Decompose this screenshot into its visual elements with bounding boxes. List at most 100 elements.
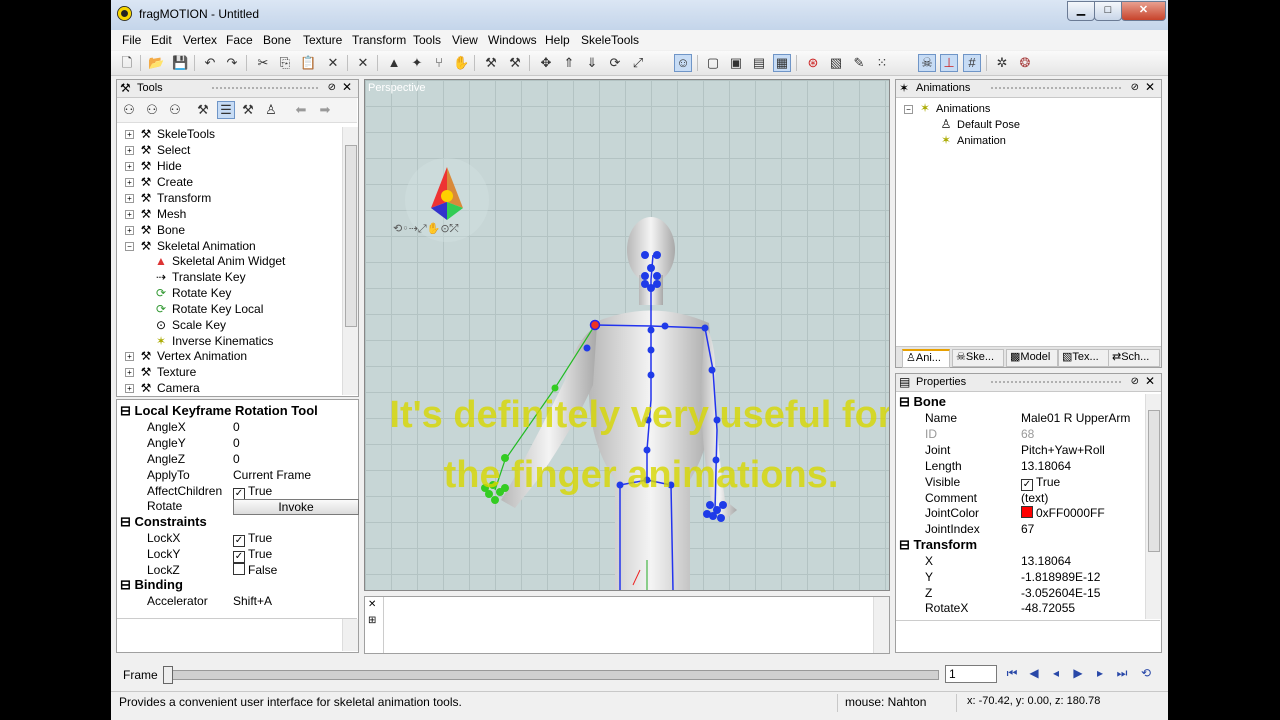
loop-icon[interactable]: ⟲: [1139, 666, 1153, 682]
prop-applyto-value[interactable]: Current Frame: [233, 468, 311, 482]
tree-animations-root[interactable]: − ✶ Animations: [904, 101, 990, 117]
tools-tree-scrollbar[interactable]: [342, 127, 358, 395]
physics-icon[interactable]: ✲: [994, 55, 1010, 71]
prop-affectchildren-value[interactable]: ✓ True: [233, 484, 272, 500]
menu-view[interactable]: View: [452, 33, 478, 47]
section-binding[interactable]: ⊟ Binding: [120, 577, 183, 593]
tree-item-translate-key[interactable]: ⇢ Translate Key: [153, 270, 246, 286]
tab-textures[interactable]: ▧Tex...: [1058, 349, 1110, 367]
pin-icon[interactable]: ⊘: [328, 82, 336, 93]
prop-locky-value[interactable]: ✓ True: [233, 547, 272, 563]
pin-icon[interactable]: ⊘: [1131, 376, 1139, 387]
tree-item-skeletal-animation[interactable]: − ⚒ Skeletal Animation: [125, 239, 256, 255]
view-side-icon[interactable]: ▣: [728, 55, 744, 71]
menu-texture[interactable]: Texture: [303, 33, 342, 47]
save-icon[interactable]: 💾: [172, 55, 188, 71]
transform-y-value[interactable]: -1.818989E-12: [1021, 570, 1100, 584]
invoke-button[interactable]: Invoke: [233, 499, 359, 515]
paste-icon[interactable]: 📋: [300, 55, 316, 71]
close-panel-icon[interactable]: ✕: [1145, 374, 1155, 388]
bone-jointindex-value[interactable]: 67: [1021, 522, 1034, 536]
tool-person-1-icon[interactable]: ⚇: [121, 102, 137, 118]
prop-accelerator-value[interactable]: Shift+A: [233, 594, 272, 608]
open-folder-icon[interactable]: 📂: [148, 55, 164, 71]
figure-down-icon[interactable]: ⇓: [584, 55, 600, 71]
tree-item-inverse-kinematics[interactable]: ✶ Inverse Kinematics: [153, 334, 273, 350]
menu-face[interactable]: Face: [226, 33, 253, 47]
figure-up-icon[interactable]: ⇑: [561, 55, 577, 71]
maximize-button[interactable]: □: [1094, 1, 1122, 21]
prev-key-icon[interactable]: ◀: [1027, 666, 1041, 682]
joint-icon[interactable]: ⊛: [805, 55, 821, 71]
sphere-icon[interactable]: ❂: [1017, 55, 1033, 71]
transform-z-value[interactable]: -3.052604E-15: [1021, 586, 1100, 600]
tree-item-hide[interactable]: + ⚒ Hide: [125, 159, 182, 175]
close-panel-icon[interactable]: ✕: [342, 80, 352, 94]
bone-visible-value[interactable]: ✓ True: [1021, 475, 1060, 491]
scrollbar-thumb[interactable]: [345, 145, 357, 327]
pin-icon[interactable]: ⊘: [1131, 82, 1139, 93]
tool-rig-icon[interactable]: ♙: [263, 102, 279, 118]
menu-bone[interactable]: Bone: [263, 33, 291, 47]
tool-wrench-icon[interactable]: ⚒: [240, 102, 256, 118]
minimize-button[interactable]: ▁: [1067, 1, 1095, 21]
prop-anglez-value[interactable]: 0: [233, 452, 240, 466]
tree-item-transform[interactable]: + ⚒ Transform: [125, 191, 211, 207]
next-frame-icon[interactable]: ▸: [1093, 666, 1107, 682]
properties-scrollbar[interactable]: [1145, 394, 1161, 619]
panel-grip[interactable]: [991, 87, 1121, 91]
view-front-icon[interactable]: ▢: [705, 55, 721, 71]
bone-length-value[interactable]: 13.18064: [1021, 459, 1071, 473]
tab-schematic[interactable]: ⇄Sch...: [1108, 349, 1160, 367]
last-frame-icon[interactable]: ⏭: [1115, 666, 1129, 682]
tab-model[interactable]: ▩Model: [1006, 349, 1058, 367]
redo-icon[interactable]: ↷: [224, 55, 240, 71]
panel-grip[interactable]: [212, 87, 318, 91]
figure-move-icon[interactable]: ✥: [538, 55, 554, 71]
prop-lockx-value[interactable]: ✓ True: [233, 531, 272, 547]
new-file-icon[interactable]: 🗋: [119, 55, 135, 71]
transform-x-value[interactable]: 13.18064: [1021, 554, 1071, 568]
menu-edit[interactable]: Edit: [151, 33, 172, 47]
figure-select-icon[interactable]: ☺: [674, 54, 692, 72]
undo-icon[interactable]: ↶: [202, 55, 218, 71]
triangle-tool-icon[interactable]: ▲: [386, 55, 402, 71]
transform-rotatex-value[interactable]: -48.72055: [1021, 601, 1075, 615]
bone-jointcolor-value[interactable]: 0xFF0000FF: [1021, 506, 1105, 520]
description-scrollbar[interactable]: [342, 619, 358, 651]
wire-toggle-icon[interactable]: ✎: [851, 55, 867, 71]
menu-tools[interactable]: Tools: [413, 33, 441, 47]
prop-lockz-value[interactable]: False: [233, 563, 277, 577]
tree-item-vertex-animation[interactable]: + ⚒ Vertex Animation: [125, 349, 247, 365]
prev-frame-icon[interactable]: ◂: [1049, 666, 1063, 682]
prop-anglex-value[interactable]: 0: [233, 420, 240, 434]
tree-item-create[interactable]: + ⚒ Create: [125, 175, 193, 191]
hand-icon[interactable]: ✋: [453, 55, 469, 71]
selected-joint-marker[interactable]: [589, 319, 601, 331]
menu-transform[interactable]: Transform: [352, 33, 406, 47]
tree-animation[interactable]: ✶ Animation: [938, 133, 1006, 149]
output-scrollbar[interactable]: [873, 597, 889, 653]
tool-hammer-icon[interactable]: ⚒: [195, 102, 211, 118]
menu-help[interactable]: Help: [545, 33, 570, 47]
section-local-keyframe-rotation[interactable]: ⊟ Local Keyframe Rotation Tool: [120, 403, 318, 419]
section-bone[interactable]: ⊟ Bone: [899, 394, 946, 410]
view-persp-icon[interactable]: ▦: [773, 54, 791, 72]
grid-toggle-icon[interactable]: #: [963, 54, 981, 72]
tool-tree-view-icon[interactable]: ☰: [217, 101, 235, 119]
tree-item-rotate-key[interactable]: ⟳ Rotate Key: [153, 286, 231, 302]
bone-tool-icon[interactable]: ⚒: [483, 55, 499, 71]
delete-disabled-icon[interactable]: ✕: [355, 55, 371, 71]
menu-vertex[interactable]: Vertex: [183, 33, 217, 47]
bone-name-value[interactable]: Male01 R UpperArm: [1021, 411, 1130, 425]
tree-item-bone[interactable]: + ⚒ Bone: [125, 223, 185, 239]
section-transform[interactable]: ⊟ Transform: [899, 537, 977, 553]
menu-file[interactable]: File: [122, 33, 141, 47]
close-output-icon[interactable]: ✕: [368, 599, 376, 610]
tree-item-skeletal-anim-widget[interactable]: ▲ Skeletal Anim Widget: [153, 254, 285, 270]
axis-toggle-icon[interactable]: ⊥: [940, 54, 958, 72]
tab-skeleton[interactable]: ☠Ske...: [952, 349, 1004, 367]
tree-item-scale-key[interactable]: ⊙ Scale Key: [153, 318, 226, 334]
play-icon[interactable]: ▶: [1071, 666, 1085, 682]
copy-icon[interactable]: ⎘: [277, 55, 293, 71]
